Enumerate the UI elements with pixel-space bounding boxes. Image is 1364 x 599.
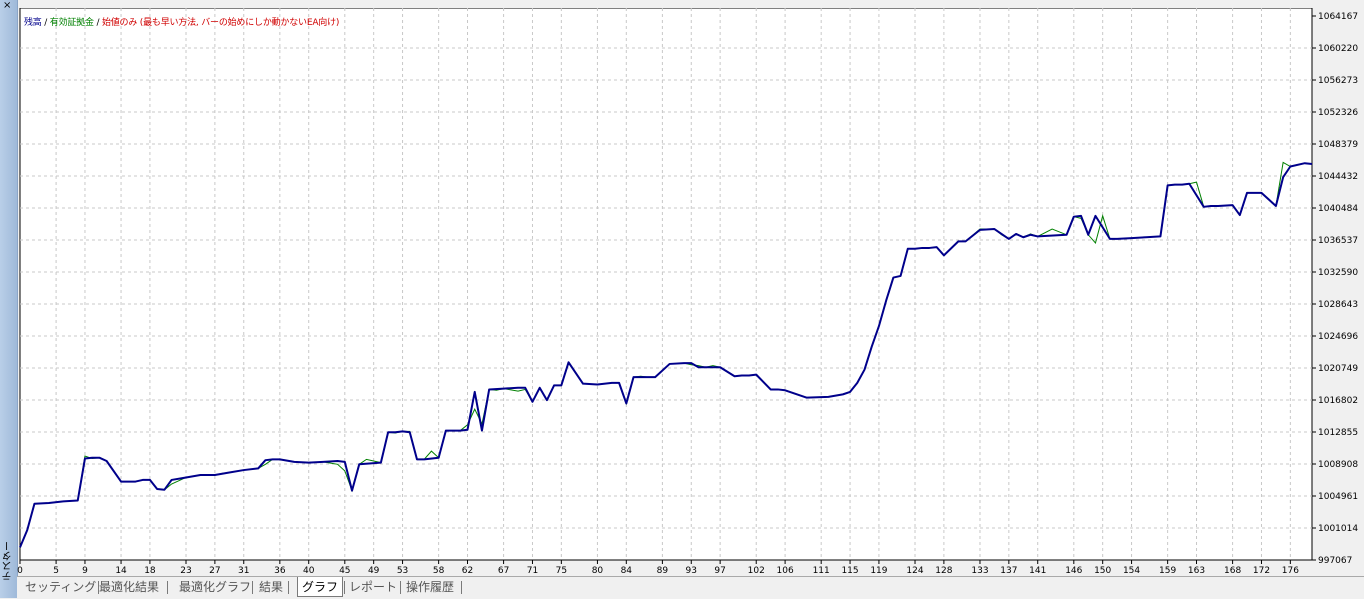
y-tick-label: 1056273 <box>1318 76 1358 86</box>
x-tick-label: 172 <box>1253 566 1270 576</box>
x-tick-label: 150 <box>1094 566 1111 576</box>
y-tick-label: 1008908 <box>1318 460 1358 470</box>
y-tick-label: 1044432 <box>1318 172 1358 182</box>
x-tick-label: 18 <box>144 566 156 576</box>
graph-area: 1064167 1060220 1056273 1052326 1048379 10444… <box>17 8 1364 576</box>
x-tick-label: 49 <box>368 566 380 576</box>
x-tick-label: 168 <box>1224 566 1241 576</box>
tab-separator <box>288 581 289 594</box>
plot-area <box>19 8 1313 561</box>
x-tick-label: 154 <box>1123 566 1140 576</box>
legend-balance: 残高 <box>24 18 42 28</box>
x-tick-label: 58 <box>433 566 445 576</box>
x-tick-label: 84 <box>621 566 633 576</box>
x-tick-label: 124 <box>906 566 923 576</box>
y-tick-label: 1028643 <box>1318 300 1358 310</box>
x-tick-label: 106 <box>777 566 794 576</box>
tab-separator <box>400 581 401 594</box>
x-tick-label: 14 <box>115 566 127 576</box>
balance-equity-chart: 1064167 1060220 1056273 1052326 1048379 10444… <box>17 8 1358 576</box>
x-tick-label: 163 <box>1188 566 1205 576</box>
x-tick-label: 97 <box>714 566 725 576</box>
x-tick-label: 102 <box>748 566 765 576</box>
tester-panel-sidebar: × テスター <box>0 0 18 598</box>
x-tick-label: 111 <box>813 566 830 576</box>
x-tick-label: 93 <box>686 566 697 576</box>
tab-separator <box>167 581 168 594</box>
y-tick-label: 1060220 <box>1318 44 1358 54</box>
close-icon[interactable]: × <box>3 1 11 11</box>
legend-equity: 有効証拠金 <box>49 18 94 28</box>
x-tick-label: 176 <box>1282 566 1299 576</box>
tab-5[interactable]: レポート <box>345 577 401 597</box>
x-tick-label: 89 <box>657 566 669 576</box>
x-tick-label: 146 <box>1065 566 1082 576</box>
y-tick-label: 1012855 <box>1318 428 1358 438</box>
tab-3[interactable]: 結果 <box>255 577 287 597</box>
x-tick-label: 71 <box>527 566 538 576</box>
x-tick-label: 27 <box>209 566 220 576</box>
tab-separator <box>461 581 462 594</box>
x-tick-label: 53 <box>397 566 408 576</box>
y-tick-label: 1052326 <box>1318 108 1358 118</box>
x-tick-label: 133 <box>971 566 988 576</box>
y-tick-label: 1004961 <box>1318 492 1358 502</box>
y-tick-label: 1048379 <box>1318 140 1358 150</box>
panel-title: テスター <box>1 526 15 596</box>
tab-0[interactable]: セッティング <box>21 577 100 597</box>
y-tick-label: 1040484 <box>1318 204 1358 214</box>
tab-4[interactable]: グラフ <box>297 577 344 597</box>
x-tick-label: 36 <box>274 566 286 576</box>
x-tick-label: 45 <box>339 566 350 576</box>
x-tick-label: 80 <box>592 566 604 576</box>
x-tick-label: 119 <box>870 566 887 576</box>
y-tick-label: 1032590 <box>1318 268 1358 278</box>
tester-tabs: セッティング 最適化結果 最適化グラフ 結果 グラフ レポート 操作履歴 <box>17 576 1364 599</box>
x-tick-label: 141 <box>1029 566 1046 576</box>
panel-title-label: テスター <box>2 541 14 581</box>
x-tick-label: 62 <box>462 566 473 576</box>
legend-separator: / <box>41 18 50 28</box>
x-tick-label: 5 <box>53 566 59 576</box>
chart-legend: 残高 / 有効証拠金 / 始値のみ (最も早い方法, バーの始めにしか動かないE… <box>24 15 339 28</box>
x-tick-label: 9 <box>82 566 88 576</box>
tab-2[interactable]: 最適化グラフ <box>175 577 255 597</box>
x-tick-label: 159 <box>1159 566 1176 576</box>
x-tick-label: 40 <box>303 566 315 576</box>
x-tick-label: 31 <box>238 566 249 576</box>
x-tick-label: 23 <box>180 566 191 576</box>
y-tick-label: 1064167 <box>1318 12 1358 22</box>
tab-separator <box>252 581 253 594</box>
y-tick-label: 1024696 <box>1318 332 1358 342</box>
y-tick-label: 1036537 <box>1318 236 1358 246</box>
x-tick-label: 128 <box>935 566 952 576</box>
x-tick-label: 0 <box>17 566 23 576</box>
y-tick-label: 1020749 <box>1318 364 1358 374</box>
x-tick-label: 115 <box>841 566 858 576</box>
y-tick-label: 997067 <box>1318 556 1352 566</box>
x-tick-label: 137 <box>1000 566 1017 576</box>
y-tick-label: 1016802 <box>1318 396 1358 406</box>
x-tick-label: 75 <box>556 566 567 576</box>
tab-6[interactable]: 操作履歴 <box>402 577 458 597</box>
x-tick-label: 67 <box>498 566 509 576</box>
legend-model: 始値のみ (最も早い方法, バーの始めにしか動かないEA向け) <box>101 18 340 28</box>
tab-1[interactable]: 最適化結果 <box>95 577 163 597</box>
y-tick-label: 1001014 <box>1318 524 1358 534</box>
legend-separator: / <box>93 18 102 28</box>
